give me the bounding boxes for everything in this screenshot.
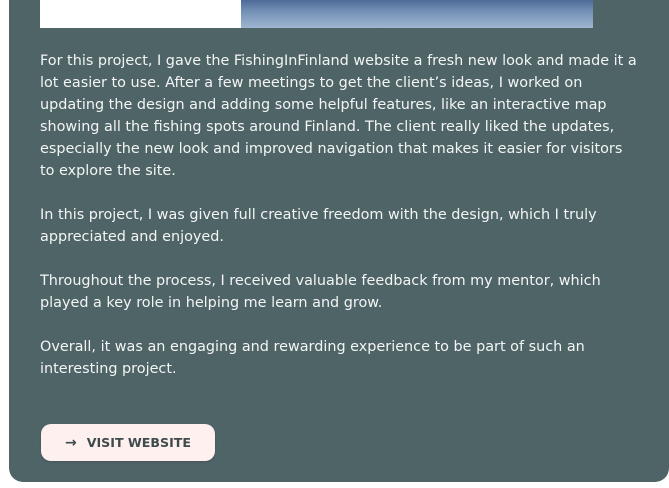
screenshot-left-panel xyxy=(40,0,241,28)
project-screenshot-image xyxy=(40,0,593,28)
screenshot-right-panel xyxy=(241,0,593,28)
description-paragraph: In this project, I was given full creati… xyxy=(40,207,597,245)
project-description: For this project, I gave the FishingInFi… xyxy=(40,50,640,402)
visit-website-button[interactable]: → VISIT WEBSITE xyxy=(41,424,215,461)
project-card: For this project, I gave the FishingInFi… xyxy=(9,0,669,482)
description-paragraph: Throughout the process, I received valua… xyxy=(40,273,601,311)
visit-website-label: VISIT WEBSITE xyxy=(86,435,191,450)
description-paragraph: Overall, it was an engaging and rewardin… xyxy=(40,339,585,377)
arrow-right-icon: → xyxy=(65,434,77,451)
description-paragraph: For this project, I gave the FishingInFi… xyxy=(40,53,637,179)
